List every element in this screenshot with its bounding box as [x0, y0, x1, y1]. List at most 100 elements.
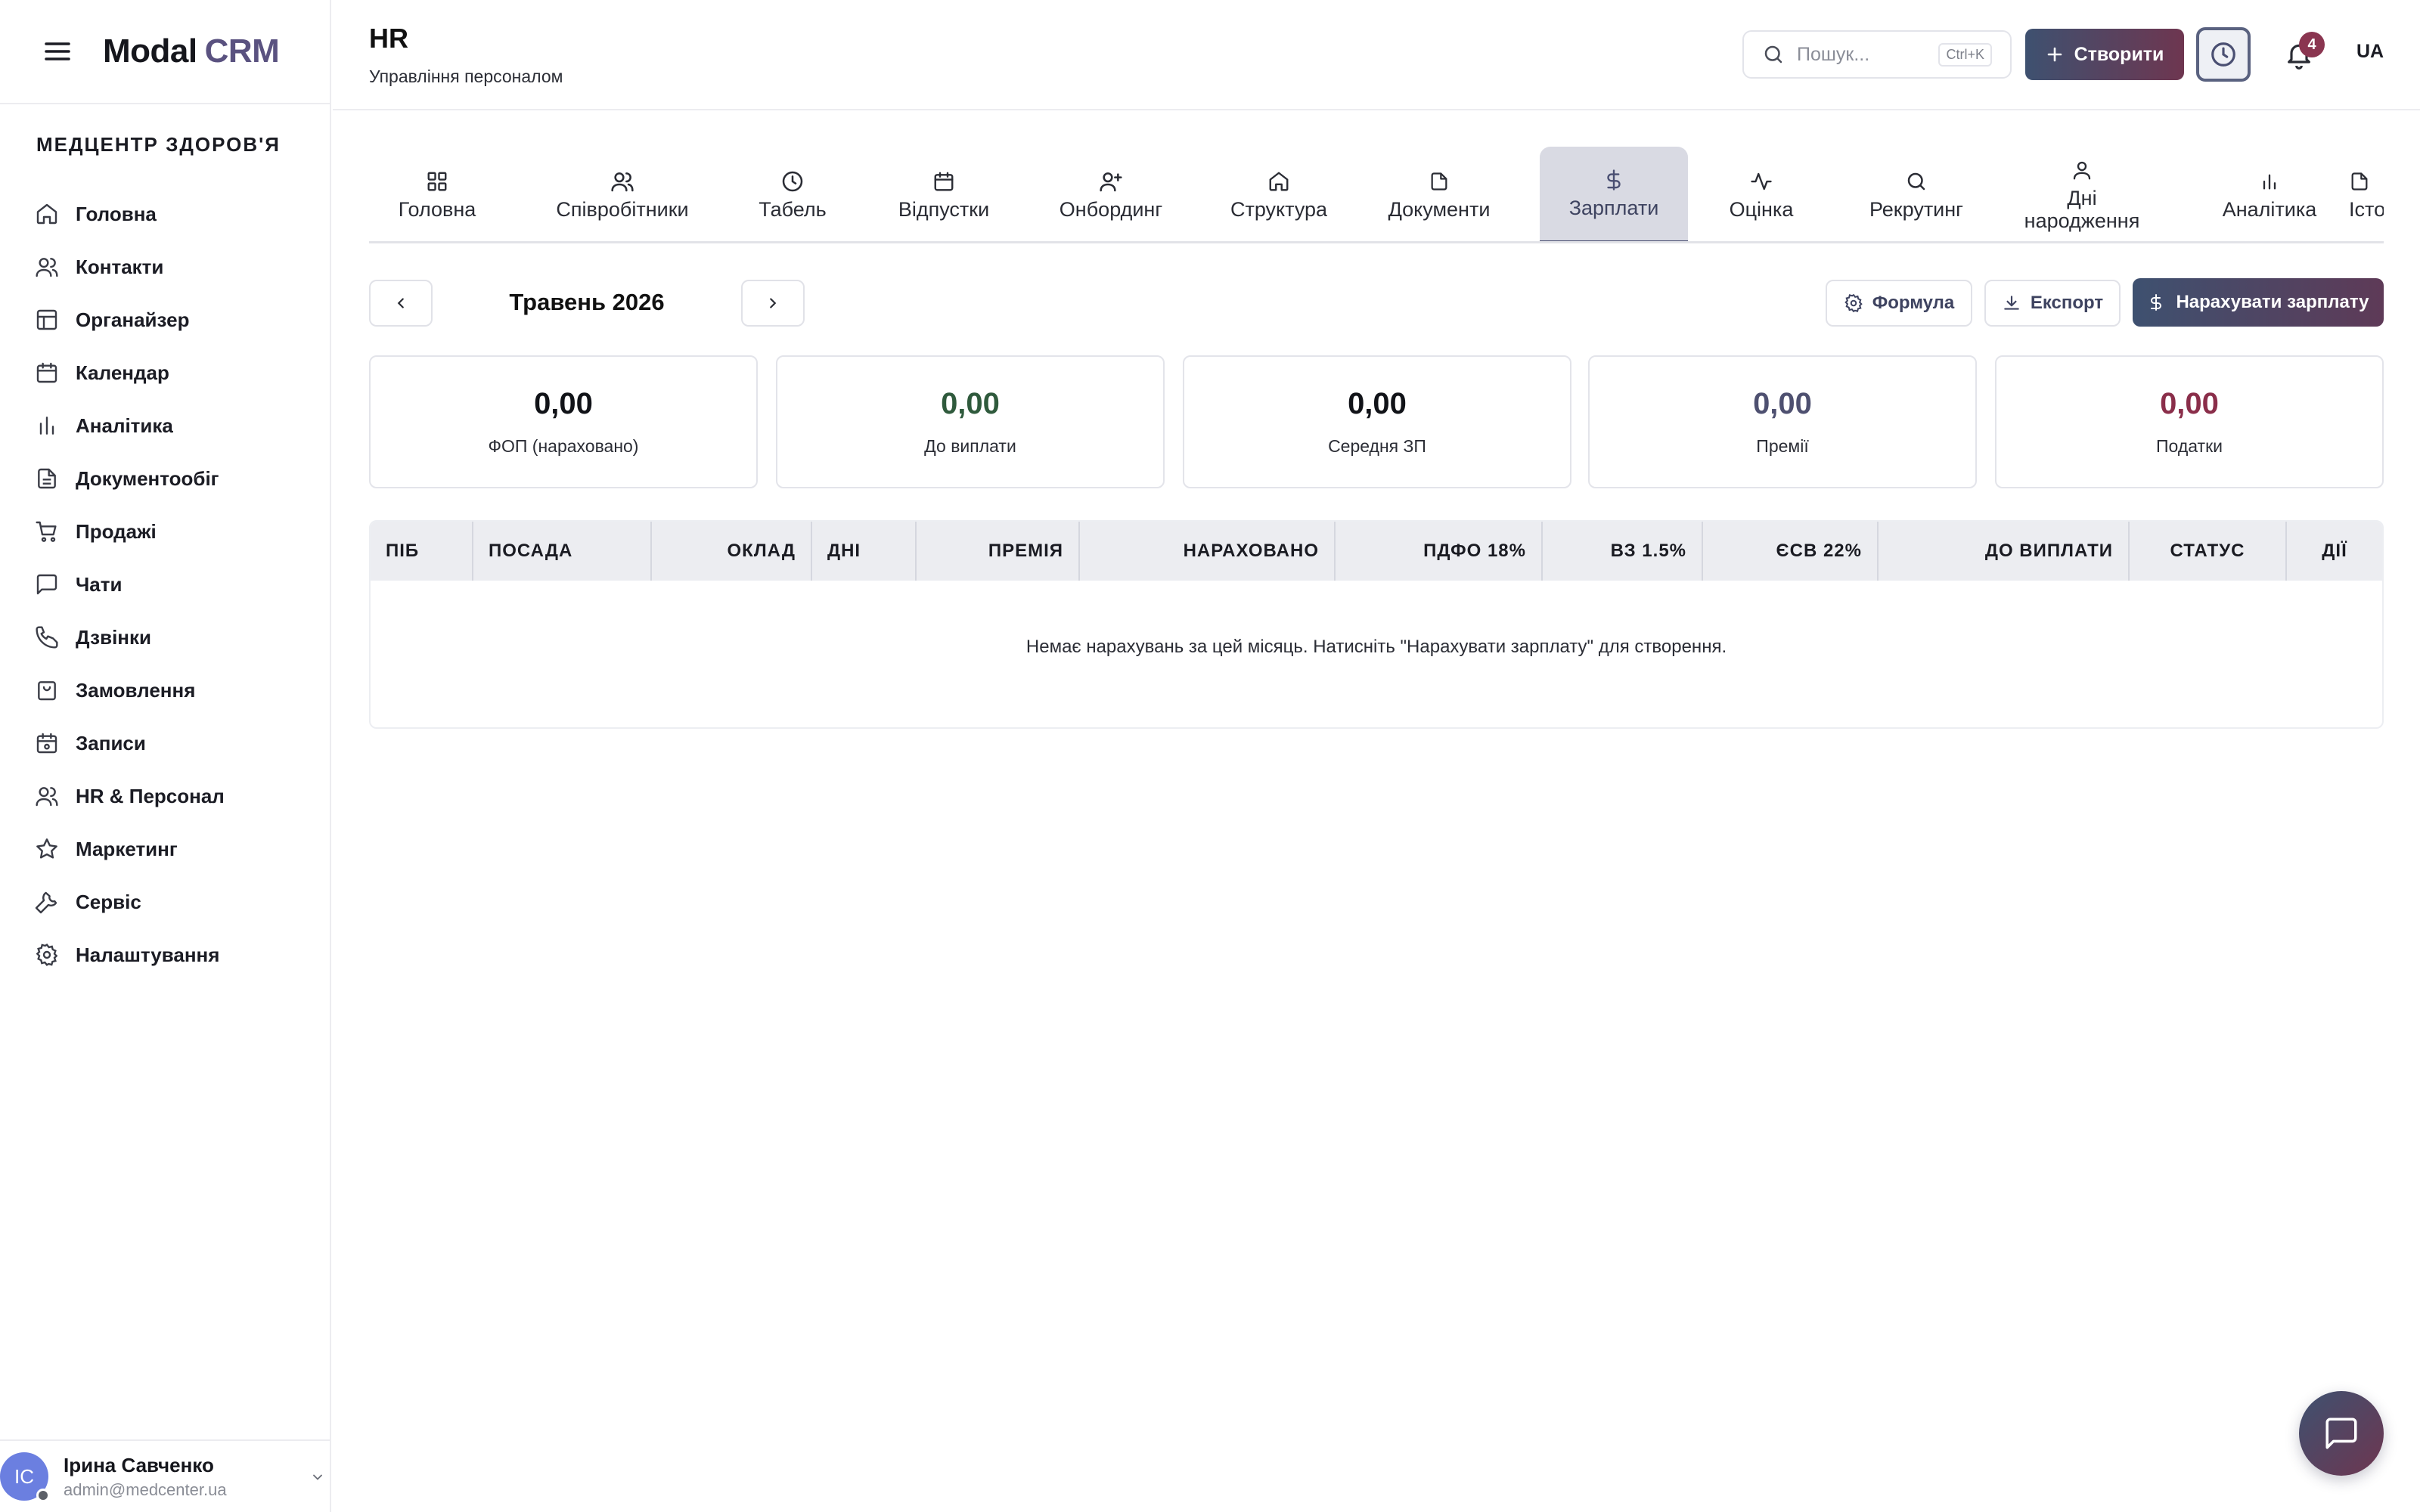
chevron-right-icon: [765, 295, 781, 311]
sidebar-item-settings[interactable]: Налаштування: [33, 928, 330, 981]
app-logo[interactable]: Modal CRM: [103, 33, 280, 70]
tab-employees[interactable]: Співробітники: [528, 147, 717, 241]
layout-icon: [33, 306, 60, 333]
sidebar-item-orders[interactable]: Замовлення: [33, 664, 330, 717]
sidebar-item-analytics[interactable]: Аналітика: [33, 399, 330, 452]
wrench-icon: [33, 888, 60, 916]
tab-timesheet[interactable]: Табель: [740, 147, 845, 241]
sidebar-item-documents[interactable]: Документообіг: [33, 452, 330, 505]
tab-label: Документи: [1388, 198, 1491, 221]
user-plus-icon: [1099, 169, 1123, 194]
sidebar-nav: Головна Контакти Органайзер Календар Ана…: [0, 187, 330, 981]
calendar-icon: [33, 359, 60, 386]
column-header-esv[interactable]: ЄСВ 22%: [1703, 522, 1879, 581]
tab-documents[interactable]: Документи: [1375, 147, 1503, 241]
sidebar-item-contacts[interactable]: Контакти: [33, 240, 330, 293]
sidebar-item-marketing[interactable]: Маркетинг: [33, 823, 330, 875]
tab-label: Зарплати: [1568, 197, 1659, 219]
tab-label: Аналітика: [2222, 198, 2317, 221]
formula-label: Формула: [1872, 293, 1955, 313]
column-header-status[interactable]: СТАТУС: [2130, 522, 2287, 581]
sidebar-item-organizer[interactable]: Органайзер: [33, 293, 330, 346]
column-header-salary[interactable]: ОКЛАД: [652, 522, 812, 581]
column-header-net-pay[interactable]: ДО ВИПЛАТИ: [1879, 522, 2130, 581]
tab-salaries[interactable]: Зарплати: [1540, 147, 1688, 241]
stat-label: Премії: [1756, 436, 1809, 456]
calendar-icon: [932, 169, 955, 194]
chevron-down-icon[interactable]: [310, 1470, 325, 1485]
bag-icon: [33, 677, 60, 704]
notifications-button[interactable]: 4: [2275, 30, 2325, 79]
status-dot: [36, 1489, 50, 1502]
stat-value: 0,00: [1348, 387, 1407, 420]
column-header-military-tax[interactable]: ВЗ 1.5%: [1543, 522, 1703, 581]
column-header-position[interactable]: ПОСАДА: [473, 522, 652, 581]
sidebar-item-calls[interactable]: Дзвінки: [33, 611, 330, 664]
tab-analytics[interactable]: Аналітика: [2213, 147, 2326, 241]
chat-button[interactable]: [2299, 1391, 2384, 1476]
sidebar-item-label: Продажі: [76, 519, 157, 543]
tab-home[interactable]: Головна: [369, 147, 505, 241]
user-icon: [2071, 158, 2093, 182]
column-header-pdfo[interactable]: ПДФО 18%: [1336, 522, 1543, 581]
chat-icon: [33, 571, 60, 598]
export-label: Експорт: [2030, 293, 2104, 313]
avatar-initials: IC: [14, 1464, 34, 1488]
tab-evaluation[interactable]: Оцінка: [1712, 147, 1810, 241]
document-icon: [33, 465, 60, 492]
search-placeholder: Пошук...: [1797, 43, 1870, 65]
column-header-days[interactable]: ДНІ: [812, 522, 917, 581]
sidebar-item-label: Маркетинг: [76, 837, 178, 860]
empty-state-message: Немає нарахувань за цей місяць. Натисніт…: [1025, 637, 1727, 657]
tab-label: Істо: [2349, 198, 2384, 221]
tab-structure[interactable]: Структура: [1207, 147, 1351, 241]
create-button[interactable]: Створити: [2025, 29, 2184, 80]
sidebar-item-sales[interactable]: Продажі: [33, 505, 330, 558]
stat-value: 0,00: [534, 387, 593, 420]
tab-label: Дні народження: [2024, 187, 2140, 232]
formula-button[interactable]: Формула: [1826, 280, 1972, 327]
sidebar-item-chats[interactable]: Чати: [33, 558, 330, 611]
current-month: Травень 2026: [509, 289, 665, 315]
previous-month-button[interactable]: [369, 280, 433, 327]
time-tracker-button[interactable]: [2196, 27, 2251, 82]
language-switcher[interactable]: UA: [2356, 41, 2384, 63]
top-header: HR Управління персоналом Пошук... Ctrl+K…: [333, 0, 2420, 110]
sidebar-item-home[interactable]: Головна: [33, 187, 330, 240]
clock-icon: [2209, 40, 2238, 69]
page-title: HR: [369, 23, 408, 54]
dollar-icon: [1602, 168, 1625, 192]
tab-history[interactable]: Істо: [2349, 147, 2384, 241]
sidebar-item-appointments[interactable]: Записи: [33, 717, 330, 770]
tab-vacations[interactable]: Відпустки: [868, 147, 1019, 241]
logo-accent: CRM: [204, 33, 280, 70]
tab-label: Співробітники: [556, 198, 689, 221]
sidebar-item-service[interactable]: Сервіс: [33, 875, 330, 928]
column-header-accrued[interactable]: НАРАХОВАНО: [1080, 522, 1336, 581]
sidebar-item-hr[interactable]: HR & Персонал: [33, 770, 330, 823]
column-header-name[interactable]: ПІБ: [371, 522, 473, 581]
column-header-bonus[interactable]: ПРЕМІЯ: [917, 522, 1080, 581]
organization-name: МЕДЦЕНТР ЗДОРОВ'Я: [36, 133, 281, 156]
tab-birthdays[interactable]: Дні народження: [2018, 147, 2146, 241]
tab-recruiting[interactable]: Рекрутинг: [1856, 147, 1977, 241]
sidebar-item-label: Чати: [76, 572, 123, 596]
accrue-salary-button[interactable]: Нарахувати зарплату: [2133, 278, 2384, 327]
table-header: ПІБ ПОСАДА ОКЛАД ДНІ ПРЕМІЯ НАРАХОВАНО П…: [371, 522, 2382, 581]
hamburger-icon[interactable]: [42, 36, 73, 67]
search-input[interactable]: Пошук... Ctrl+K: [1742, 30, 2012, 79]
sidebar-header: Modal CRM: [0, 0, 330, 104]
tab-onboarding[interactable]: Онбординг: [1039, 147, 1183, 241]
column-header-actions: ДІЇ: [2322, 541, 2347, 561]
user-profile[interactable]: IC Ірина Савченко admin@medcenter.ua: [0, 1439, 331, 1512]
file-icon: [2349, 169, 2370, 194]
clock-icon: [780, 169, 805, 194]
stat-to-pay: 0,00 До виплати: [776, 355, 1165, 488]
sidebar-item-calendar[interactable]: Календар: [33, 346, 330, 399]
user-name: Ірина Савченко: [64, 1453, 214, 1476]
gear-icon: [33, 941, 60, 968]
next-month-button[interactable]: [741, 280, 805, 327]
star-icon: [33, 835, 60, 863]
export-button[interactable]: Експорт: [1984, 280, 2121, 327]
sidebar-item-label: Документообіг: [76, 466, 219, 490]
